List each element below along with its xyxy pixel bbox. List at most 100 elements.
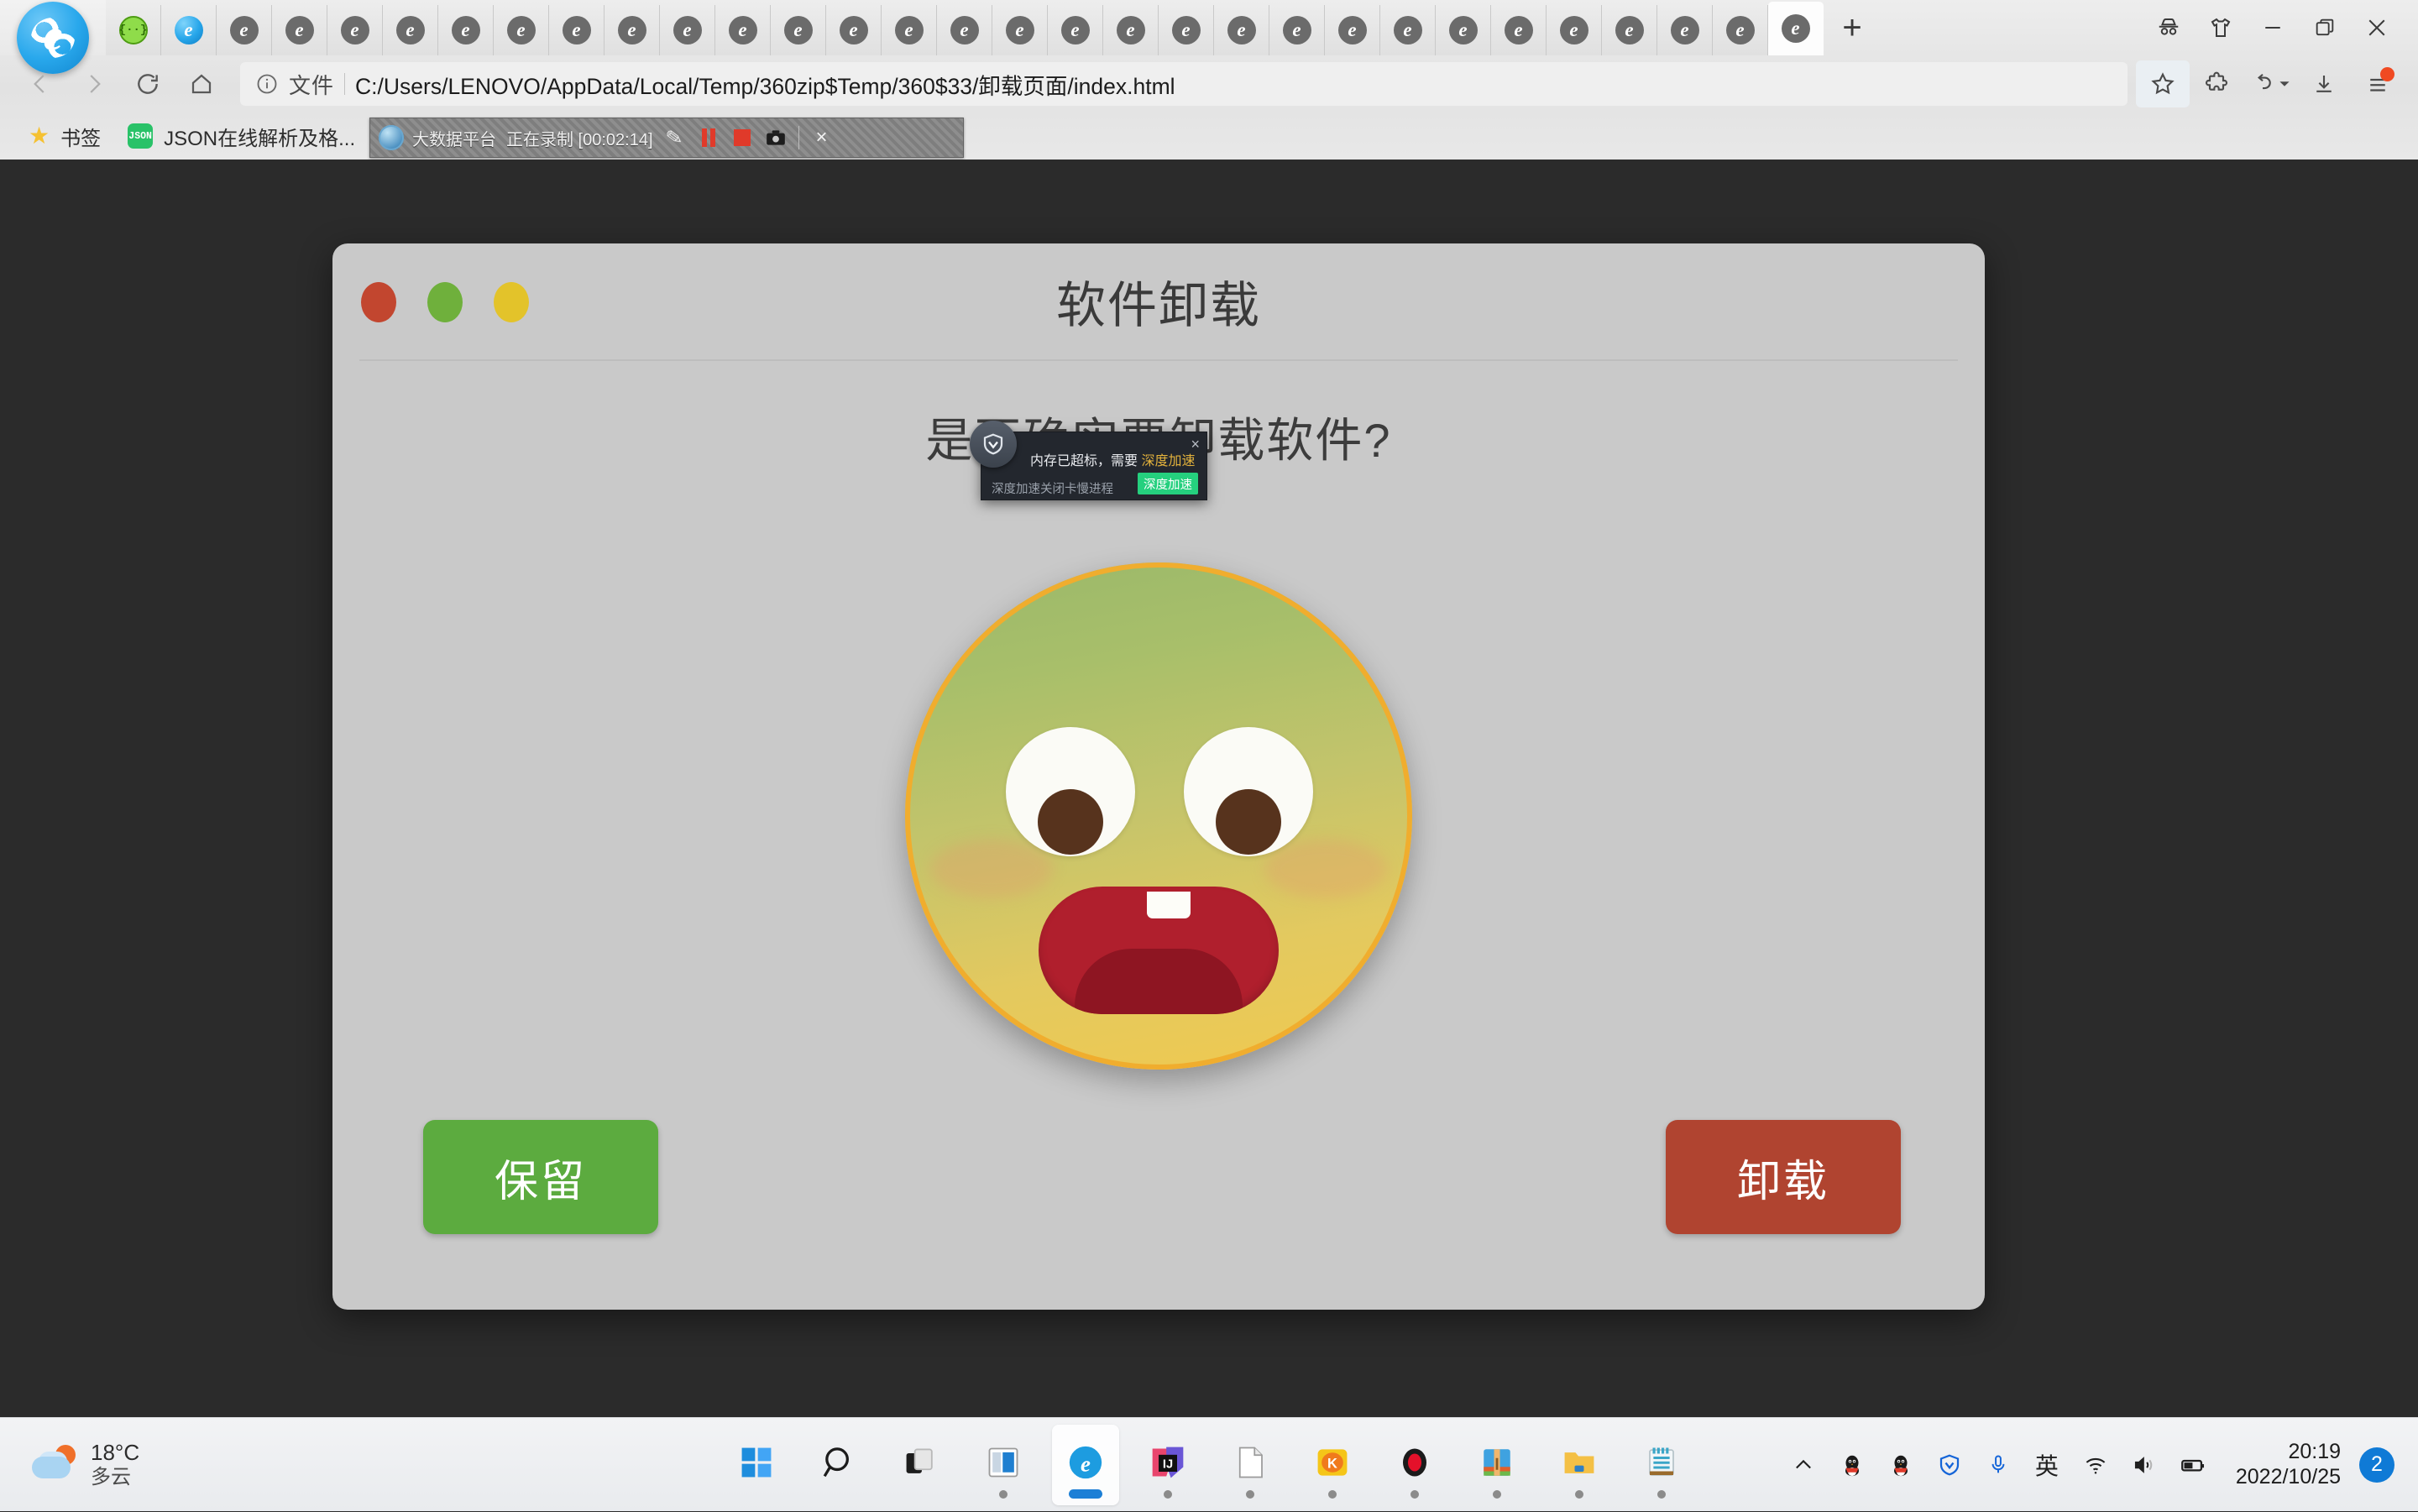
recorder-taskbar[interactable] bbox=[1381, 1425, 1448, 1505]
notepad-taskbar[interactable] bbox=[1628, 1425, 1695, 1505]
start-button[interactable] bbox=[723, 1425, 790, 1505]
extensions-puzzle-icon[interactable] bbox=[2190, 60, 2243, 107]
home-icon[interactable] bbox=[175, 60, 228, 107]
recorder-status: 正在录制 [00:02:14] bbox=[506, 130, 653, 149]
bookmark-star-icon[interactable] bbox=[2136, 60, 2190, 107]
bookmark-json-parser[interactable]: JSON JSON在线解析及格... bbox=[114, 118, 369, 154]
widgets-button[interactable] bbox=[970, 1425, 1037, 1505]
document-taskbar[interactable] bbox=[1217, 1425, 1284, 1505]
screenshot-camera-icon[interactable] bbox=[759, 121, 793, 154]
bookmark-folder[interactable]: ★ 书签 bbox=[15, 118, 114, 154]
address-bar[interactable]: 文件 C:/Users/LENOVO/AppData/Local/Temp/36… bbox=[240, 62, 2128, 106]
back-icon[interactable] bbox=[13, 60, 67, 107]
folder-icon bbox=[1561, 1444, 1598, 1485]
browser-tab[interactable] bbox=[660, 5, 715, 55]
browser-menu-icon[interactable] bbox=[2351, 60, 2405, 107]
browser-tab[interactable]: {··} bbox=[106, 5, 161, 55]
ime-icon[interactable]: 英 bbox=[2023, 1436, 2071, 1494]
360-browser-favicon bbox=[783, 16, 813, 44]
task-view-button[interactable] bbox=[887, 1425, 955, 1505]
accelerate-popup[interactable]: × 内存已超标，需要 深度加速 深度加速关闭卡慢进程 深度加速 bbox=[970, 421, 1207, 500]
weather-temperature: 18°C bbox=[91, 1439, 140, 1465]
archive-taskbar[interactable] bbox=[1463, 1425, 1531, 1505]
browser-tab[interactable] bbox=[438, 5, 494, 55]
taskbar-clock[interactable]: 20:19 2022/10/25 bbox=[2236, 1440, 2341, 1489]
pupil-left bbox=[1038, 789, 1103, 855]
browser-tab[interactable] bbox=[272, 5, 327, 55]
shield-icon[interactable] bbox=[1925, 1436, 1974, 1494]
close-recorder-button[interactable]: × bbox=[805, 121, 839, 154]
browser-tab[interactable] bbox=[1325, 5, 1380, 55]
uninstall-button[interactable]: 卸载 bbox=[1666, 1120, 1901, 1234]
site-info-icon[interactable] bbox=[255, 72, 279, 96]
pause-recording-button[interactable] bbox=[692, 121, 725, 154]
menu-notification-badge bbox=[2380, 67, 2394, 81]
show-hidden-icons[interactable] bbox=[1779, 1436, 1828, 1494]
close-icon[interactable] bbox=[2351, 3, 2403, 53]
downloads-icon[interactable] bbox=[2297, 60, 2351, 107]
battery-icon[interactable] bbox=[2169, 1436, 2217, 1494]
reload-icon[interactable] bbox=[121, 60, 175, 107]
browser-tab[interactable] bbox=[937, 5, 992, 55]
windows-logo-icon bbox=[738, 1444, 775, 1485]
browser-tab[interactable] bbox=[327, 5, 383, 55]
uninstall-dialog: 软件卸载 是否确实要卸载软件? 保留 卸载 bbox=[332, 243, 1985, 1310]
weather-widget[interactable]: 18°C 多云 bbox=[0, 1439, 386, 1488]
browser-tab[interactable] bbox=[1491, 5, 1547, 55]
browser-tab[interactable] bbox=[1048, 5, 1103, 55]
wifi-icon[interactable] bbox=[2071, 1436, 2120, 1494]
intellij-idea-taskbar[interactable]: IJ bbox=[1134, 1425, 1201, 1505]
browser-tab[interactable] bbox=[1713, 5, 1768, 55]
minimize-icon[interactable] bbox=[2247, 3, 2299, 53]
forward-icon[interactable] bbox=[67, 60, 121, 107]
browser-tab[interactable] bbox=[494, 5, 549, 55]
ime-label: 英 bbox=[2034, 1452, 2059, 1479]
incognito-icon[interactable] bbox=[2143, 3, 2195, 53]
history-undo-icon[interactable] bbox=[2243, 60, 2297, 107]
browser-tab[interactable] bbox=[1269, 5, 1325, 55]
browser-tab[interactable] bbox=[1768, 2, 1824, 55]
browser-tab[interactable] bbox=[1547, 5, 1602, 55]
svg-text:K: K bbox=[1327, 1457, 1337, 1472]
browser-tab[interactable] bbox=[1159, 5, 1214, 55]
speaker-icon[interactable] bbox=[2120, 1436, 2169, 1494]
360-browser-favicon bbox=[562, 16, 591, 44]
screen-recorder-toolbar[interactable]: 大数据平台 正在录制 [00:02:14] ✎ × bbox=[369, 118, 964, 158]
browser-tab[interactable] bbox=[882, 5, 937, 55]
intellij-idea-icon: IJ bbox=[1149, 1444, 1186, 1485]
stop-recording-button[interactable] bbox=[725, 121, 759, 154]
search-button[interactable] bbox=[805, 1425, 872, 1505]
browser-tab[interactable] bbox=[826, 5, 882, 55]
browser-tab[interactable] bbox=[1103, 5, 1159, 55]
browser-tab[interactable] bbox=[161, 5, 217, 55]
360-shield-icon bbox=[970, 421, 1017, 468]
omnibox-divider bbox=[344, 73, 346, 95]
new-tab-button[interactable]: + bbox=[1824, 5, 1881, 55]
accelerate-cta-button[interactable]: 深度加速 bbox=[1138, 473, 1198, 494]
browser-tab[interactable] bbox=[1657, 5, 1713, 55]
keep-button[interactable]: 保留 bbox=[423, 1120, 658, 1234]
browser-tab[interactable] bbox=[549, 5, 604, 55]
360-browser-favicon bbox=[1060, 16, 1090, 44]
notification-badge[interactable]: 2 bbox=[2359, 1447, 2394, 1483]
blush-left bbox=[930, 840, 1053, 898]
kmplayer-taskbar[interactable]: K bbox=[1299, 1425, 1366, 1505]
qq-penguin-icon[interactable] bbox=[1876, 1436, 1925, 1494]
file-explorer-taskbar[interactable] bbox=[1546, 1425, 1613, 1505]
restore-icon[interactable] bbox=[2299, 3, 2351, 53]
theme-skin-icon[interactable] bbox=[2195, 3, 2247, 53]
browser-tab[interactable] bbox=[1436, 5, 1491, 55]
360-browser-taskbar[interactable]: e bbox=[1052, 1424, 1119, 1505]
browser-tab[interactable] bbox=[1380, 5, 1436, 55]
browser-tab[interactable] bbox=[715, 5, 771, 55]
browser-tab[interactable] bbox=[992, 5, 1048, 55]
browser-tab[interactable] bbox=[771, 5, 826, 55]
qq-penguin-icon[interactable] bbox=[1828, 1436, 1876, 1494]
microphone-icon[interactable] bbox=[1974, 1436, 2023, 1494]
browser-tab[interactable] bbox=[383, 5, 438, 55]
browser-tab[interactable] bbox=[217, 5, 272, 55]
browser-tab[interactable] bbox=[1214, 5, 1269, 55]
browser-tab[interactable] bbox=[604, 5, 660, 55]
annotate-pencil-icon[interactable]: ✎ bbox=[658, 121, 692, 154]
browser-tab[interactable] bbox=[1602, 5, 1657, 55]
